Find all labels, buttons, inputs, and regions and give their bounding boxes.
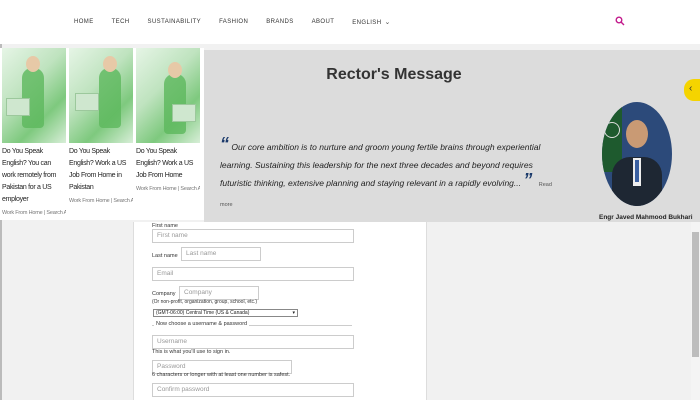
nav-item-sustainability[interactable]: SUSTAINABILITY — [148, 19, 202, 25]
nav-menu: HOME TECH SUSTAINABILITY FASHION BRANDS … — [74, 0, 391, 44]
close-quote-icon: ” — [523, 170, 533, 190]
username-input[interactable]: Username — [152, 335, 354, 349]
rector-photo — [602, 102, 672, 206]
rector-quote-text: Our core ambition is to nurture and groo… — [220, 142, 541, 188]
company-label: Company — [152, 291, 176, 297]
username-hint: This is what you'll use to sign in. — [152, 349, 231, 355]
nav-item-home[interactable]: HOME — [74, 19, 94, 25]
scrollbar-thumb[interactable] — [692, 232, 699, 357]
nav-item-about[interactable]: ABOUT — [312, 19, 335, 25]
ad-title[interactable]: Do You Speak English? Work a US Job From… — [69, 146, 133, 194]
ad-image[interactable] — [69, 48, 133, 143]
ad-card[interactable]: Do You Speak English? Work a US Job From… — [136, 48, 200, 192]
timezone-value: (GMT-06:00) Central Time (US & Canada) — [156, 310, 250, 316]
open-quote-icon: “ — [220, 134, 229, 154]
ad-source: Work From Home | Search Ads · Sponsored — [2, 210, 66, 216]
username-section-legend: Now choose a username & password — [154, 321, 250, 327]
ad-title[interactable]: Do You Speak English? You can work remot… — [2, 146, 66, 206]
confirm-password-input[interactable]: Confirm password — [152, 383, 354, 397]
ad-source: Work From Home | Search Ads · Sponsored — [69, 198, 133, 204]
rector-message-banner: Rector's Message “ Our core ambition is … — [204, 50, 700, 222]
ad-card[interactable]: Do You Speak English? You can work remot… — [2, 48, 66, 216]
sponsored-ads: Do You Speak English? You can work remot… — [0, 48, 204, 220]
ad-image[interactable] — [136, 48, 200, 143]
search-icon[interactable] — [615, 16, 625, 26]
first-name-input[interactable]: First name — [152, 229, 354, 243]
language-label: ENGLISH — [352, 20, 382, 26]
rector-quote: “ Our core ambition is to nurture and gr… — [220, 135, 565, 214]
top-navigation: HOME TECH SUSTAINABILITY FASHION BRANDS … — [0, 0, 700, 44]
ad-source: Work From Home | Search Ads · Sponsored — [136, 186, 200, 192]
language-selector[interactable]: ENGLISH ⌄ — [352, 18, 390, 26]
email-input[interactable]: Email — [152, 267, 354, 281]
nav-item-fashion[interactable]: FASHION — [219, 19, 248, 25]
rector-title: Rector's Message — [326, 66, 462, 83]
timezone-select[interactable]: (GMT-06:00) Central Time (US & Canada) ▾ — [153, 309, 298, 317]
ad-image[interactable] — [2, 48, 66, 143]
rector-name: Engr Javed Mahmood Bukhari — [599, 214, 693, 221]
last-name-label: Last name — [152, 253, 178, 259]
chevron-down-icon: ⌄ — [384, 19, 391, 26]
password-hint: 6 characters or longer with at least one… — [152, 372, 291, 378]
ad-title[interactable]: Do You Speak English? Work a US Job From… — [136, 146, 200, 182]
side-tab-button[interactable]: ‹ — [684, 79, 700, 101]
last-name-input[interactable]: Last name — [181, 247, 261, 261]
nav-item-brands[interactable]: BRANDS — [266, 19, 293, 25]
company-input[interactable]: Company — [179, 286, 259, 300]
signup-form: First name First name Last name Last nam… — [133, 222, 427, 400]
company-hint: (Or non-profit, organization, group, sch… — [152, 299, 258, 305]
ad-card[interactable]: Do You Speak English? Work a US Job From… — [69, 48, 133, 204]
nav-item-tech[interactable]: TECH — [112, 19, 130, 25]
chevron-left-icon: ‹ — [689, 83, 693, 94]
chevron-down-icon: ▾ — [292, 310, 295, 316]
